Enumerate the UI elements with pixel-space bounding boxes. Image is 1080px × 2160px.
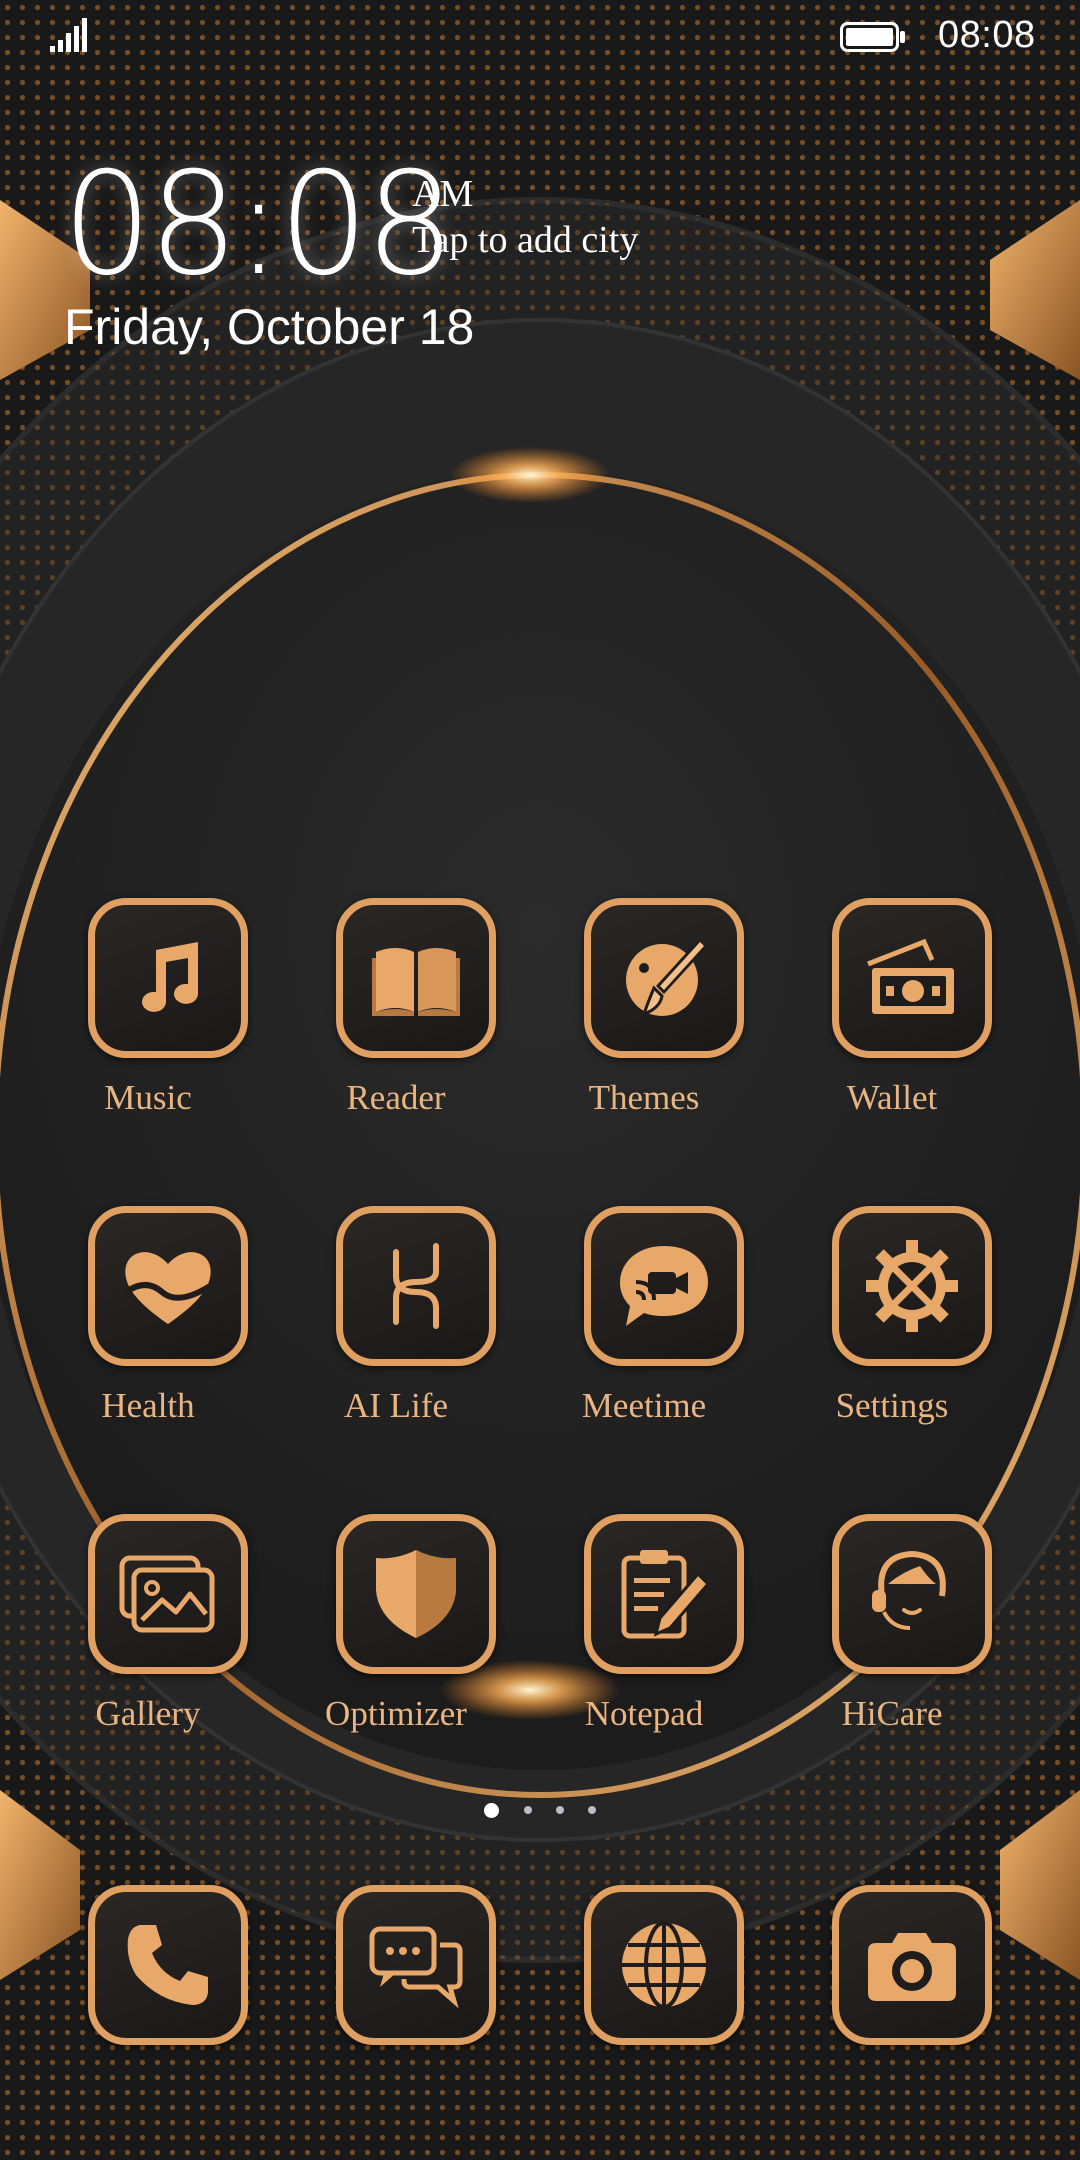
app-optimizer[interactable]: Optimizer [286,1514,506,1754]
app-settings[interactable]: Settings [782,1206,1002,1446]
heart-icon [124,1252,212,1324]
page-dot[interactable] [524,1806,532,1814]
app-icon[interactable] [584,1206,744,1366]
app-icon[interactable] [832,1206,992,1366]
clock-time: 08:08 [62,142,455,307]
phone-icon [127,1925,208,2005]
page-dot[interactable] [556,1806,564,1814]
page-indicator[interactable] [480,1802,600,1822]
status-bar: 08:08 [0,0,1080,74]
globe-icon [622,1921,706,2009]
app-icon[interactable] [88,1514,248,1674]
signal-bars-icon [50,18,87,52]
app-music[interactable]: Music [38,898,258,1138]
app-meetime[interactable]: Meetime [534,1206,754,1446]
app-hicare[interactable]: HiCare [782,1514,1002,1754]
app-label: HiCare [841,1694,943,1733]
video-chat-icon [620,1246,708,1326]
shield-icon [376,1550,456,1638]
headset-person-icon [872,1550,946,1630]
app-icon[interactable] [584,1514,744,1674]
app-label: Meetime [581,1386,707,1425]
app-icon[interactable] [584,898,744,1058]
ai-life-icon [393,1243,439,1329]
paintbrush-palette-icon [626,940,706,1017]
dock-browser[interactable] [534,1885,754,2125]
app-icon[interactable] [584,1885,744,2045]
app-icon[interactable] [832,898,992,1058]
dock [0,1885,1080,2050]
app-notepad[interactable]: Notepad [534,1514,754,1754]
app-gallery[interactable]: Gallery [38,1514,258,1754]
app-label: Settings [835,1386,949,1425]
dock-phone[interactable] [38,1885,258,2125]
page-dot[interactable] [588,1806,596,1814]
book-icon [372,948,460,1016]
battery-icon [840,22,905,52]
app-icon[interactable] [832,1885,992,2045]
app-label: Themes [588,1078,700,1117]
gear-tools-icon [866,1240,958,1332]
app-themes[interactable]: Themes [534,898,754,1138]
app-icon[interactable] [88,1206,248,1366]
app-icon[interactable] [336,1885,496,2045]
dock-camera[interactable] [782,1885,1002,2125]
app-label: Notepad [584,1694,704,1733]
clipboard-pencil-icon [621,1550,711,1639]
status-time: 08:08 [938,14,1036,56]
app-icon[interactable] [88,1885,248,2045]
app-health[interactable]: Health [38,1206,258,1446]
messages-icon [369,1926,463,2009]
wallet-cash-icon [867,938,954,1014]
app-label: Wallet [846,1078,938,1117]
app-label: AI Life [344,1386,448,1425]
app-label: Optimizer [325,1694,467,1733]
app-icon[interactable] [88,898,248,1058]
app-icon[interactable] [336,1206,496,1366]
app-icon[interactable] [336,1514,496,1674]
app-reader[interactable]: Reader [286,898,506,1138]
app-ai-life[interactable]: AI Life [286,1206,506,1446]
app-icon[interactable] [832,1514,992,1674]
camera-icon [868,1933,956,2001]
clock-date: Friday, October 18 [64,299,475,355]
app-icon[interactable] [336,898,496,1058]
app-label: Gallery [95,1694,201,1733]
clock-widget[interactable]: 08:08 AM Tap to add city Friday, October… [62,150,762,380]
app-wallet[interactable]: Wallet [782,898,1002,1138]
dock-messages[interactable] [286,1885,506,2125]
app-label: Health [101,1386,195,1425]
music-note-icon [142,942,198,1012]
page-dot-active[interactable] [484,1803,499,1818]
add-city-link[interactable]: Tap to add city [412,218,638,262]
app-label: Music [104,1078,192,1117]
app-label: Reader [346,1078,446,1117]
clock-ampm: AM [412,173,474,215]
photo-icon [119,1555,215,1633]
